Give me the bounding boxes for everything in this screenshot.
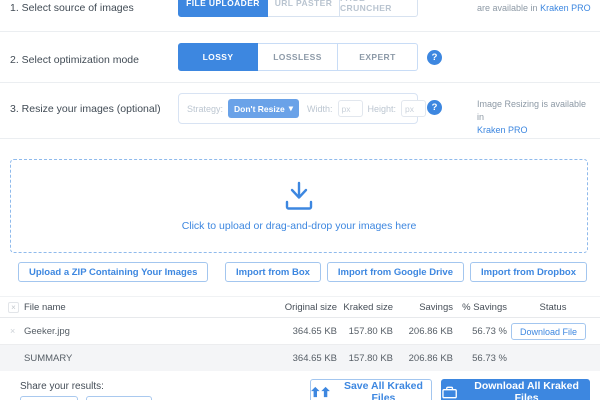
width-field[interactable]: [338, 100, 363, 117]
file-name: Geeker.jpg: [24, 326, 70, 337]
kraken-web-interface: 1. Select source of images FILE UPLOADER…: [0, 0, 600, 400]
mode-step-label: 2. Select optimization mode: [10, 54, 139, 66]
table-row: × Geeker.jpg 364.65 KB 157.80 KB 206.86 …: [0, 318, 600, 345]
results-table-header: × File name Original size Kraked size Sa…: [0, 296, 600, 318]
strategy-value: Don't Resize: [234, 104, 285, 114]
tab-url-paster[interactable]: URL PASTER: [268, 0, 340, 17]
import-from-google-drive-button[interactable]: Import from Google Drive: [327, 262, 464, 282]
tab-expert[interactable]: EXPERT: [338, 43, 418, 71]
height-field[interactable]: [401, 100, 426, 117]
summary-label: SUMMARY: [24, 353, 72, 364]
share-results-label: Share your results:: [20, 381, 104, 392]
kraken-pro-link[interactable]: Kraken PRO: [477, 125, 528, 135]
source-pro-note: are available in Kraken PRO: [477, 3, 591, 13]
download-all-label: Download All Kraked Files: [464, 380, 589, 400]
save-all-label: Save All Kraked Files: [336, 380, 431, 400]
resize-step-label: 3. Resize your images (optional): [10, 103, 161, 115]
source-tabs: FILE UPLOADER URL PASTER PAGE CRUNCHER: [178, 0, 418, 17]
strategy-dropdown[interactable]: Don't Resize ▾: [228, 99, 299, 118]
remove-file-icon[interactable]: ×: [10, 326, 15, 336]
mode-tabs: LOSSY LOSSLESS EXPERT: [178, 43, 418, 71]
percent-savings-value: 56.73 %: [427, 326, 507, 337]
kraken-pro-link[interactable]: Kraken PRO: [540, 3, 591, 13]
chevron-down-icon: ▾: [289, 103, 293, 114]
import-buttons: Import from Box Import from Google Drive…: [225, 262, 587, 282]
resize-pro-note-text: Image Resizing is available in: [477, 99, 586, 122]
summary-percent-savings: 56.73 %: [427, 353, 507, 364]
section-divider: [0, 82, 600, 83]
resize-pro-note: Image Resizing is available in Kraken PR…: [477, 98, 592, 137]
share-button[interactable]: [86, 396, 152, 400]
archive-icon: [442, 386, 457, 399]
download-arrow-icon: [279, 181, 319, 211]
resize-help-icon[interactable]: ?: [427, 100, 442, 115]
tab-file-uploader[interactable]: FILE UPLOADER: [178, 0, 268, 17]
summary-row: SUMMARY 364.65 KB 157.80 KB 206.86 KB 56…: [0, 345, 600, 371]
section-divider: [0, 138, 600, 139]
height-label: Height:: [368, 104, 397, 114]
download-all-kraked-files-button[interactable]: Download All Kraked Files: [441, 379, 590, 400]
mode-help-icon[interactable]: ?: [427, 50, 442, 65]
save-all-kraked-files-button[interactable]: Save All Kraked Files: [310, 379, 432, 400]
source-pro-note-text: are available in: [477, 3, 538, 13]
tab-lossless[interactable]: LOSSLESS: [258, 43, 338, 71]
column-percent-savings: % Savings: [427, 302, 507, 313]
width-label: Width:: [307, 104, 333, 114]
column-status: Status: [520, 302, 586, 313]
share-button[interactable]: [20, 396, 78, 400]
upload-arrows-icon: [311, 386, 330, 398]
tab-page-cruncher[interactable]: PAGE CRUNCHER: [340, 0, 418, 17]
section-divider: [0, 31, 600, 32]
import-from-box-button[interactable]: Import from Box: [225, 262, 321, 282]
tab-lossy[interactable]: LOSSY: [178, 43, 258, 71]
column-file-name: File name: [24, 302, 66, 313]
resize-controls: Strategy: Don't Resize ▾ Width: Height:: [178, 93, 418, 124]
import-from-dropbox-button[interactable]: Import from Dropbox: [470, 262, 587, 282]
download-file-button[interactable]: Download File: [511, 323, 586, 340]
dropzone-text: Click to upload or drag-and-drop your im…: [182, 220, 417, 232]
upload-zip-button[interactable]: Upload a ZIP Containing Your Images: [18, 262, 208, 282]
strategy-label: Strategy:: [187, 104, 223, 114]
source-step-label: 1. Select source of images: [10, 2, 134, 14]
upload-dropzone[interactable]: Click to upload or drag-and-drop your im…: [10, 159, 588, 253]
remove-all-icon[interactable]: ×: [8, 302, 19, 313]
